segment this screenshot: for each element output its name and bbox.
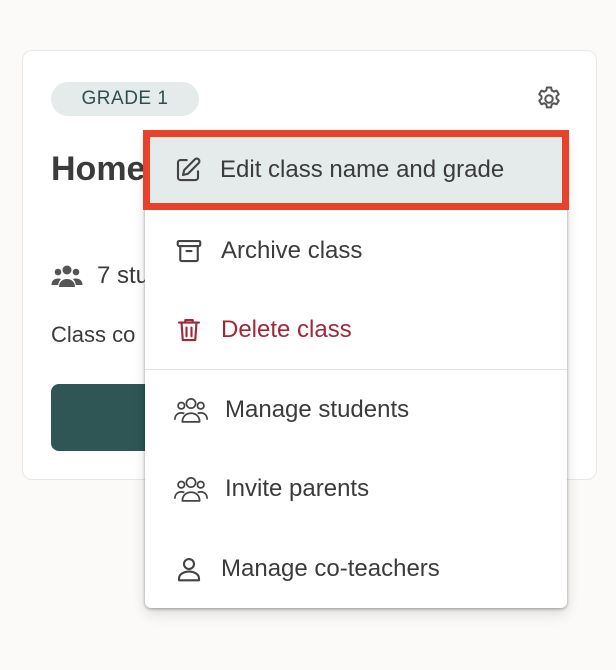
users-icon (51, 263, 83, 289)
menu-item-label: Archive class (221, 237, 363, 264)
menu-item-archive-class[interactable]: Archive class (145, 212, 567, 290)
users-icon (173, 394, 209, 426)
class-code-label: Class co (51, 322, 136, 347)
class-settings-button[interactable] (533, 83, 565, 115)
class-options-menu: Edit class name and grade Archive class … (143, 130, 569, 608)
menu-item-label: Delete class (221, 316, 352, 343)
menu-item-delete-class[interactable]: Delete class (145, 291, 567, 369)
menu-item-label: Manage co-teachers (221, 555, 440, 582)
student-count-text: 7 stu (97, 262, 150, 289)
student-count: 7 stu (51, 262, 149, 290)
menu-divider (145, 369, 567, 370)
trash-icon (173, 314, 205, 346)
users-icon (173, 473, 209, 505)
gear-icon (534, 84, 564, 114)
menu-item-manage-co-teachers[interactable]: Manage co-teachers (145, 530, 567, 608)
pencil-square-icon (172, 154, 204, 186)
grade-badge: GRADE 1 (51, 82, 199, 116)
user-icon (173, 553, 205, 585)
menu-item-invite-parents[interactable]: Invite parents (145, 450, 567, 528)
menu-item-label: Manage students (225, 396, 410, 423)
menu-item-label: Edit class name and grade (220, 156, 505, 183)
class-title: Home (51, 150, 146, 188)
menu-item-label: Invite parents (225, 475, 370, 502)
menu-item-edit-class[interactable]: Edit class name and grade (143, 130, 569, 210)
archive-box-icon (173, 235, 205, 267)
menu-item-manage-students[interactable]: Manage students (145, 371, 567, 449)
